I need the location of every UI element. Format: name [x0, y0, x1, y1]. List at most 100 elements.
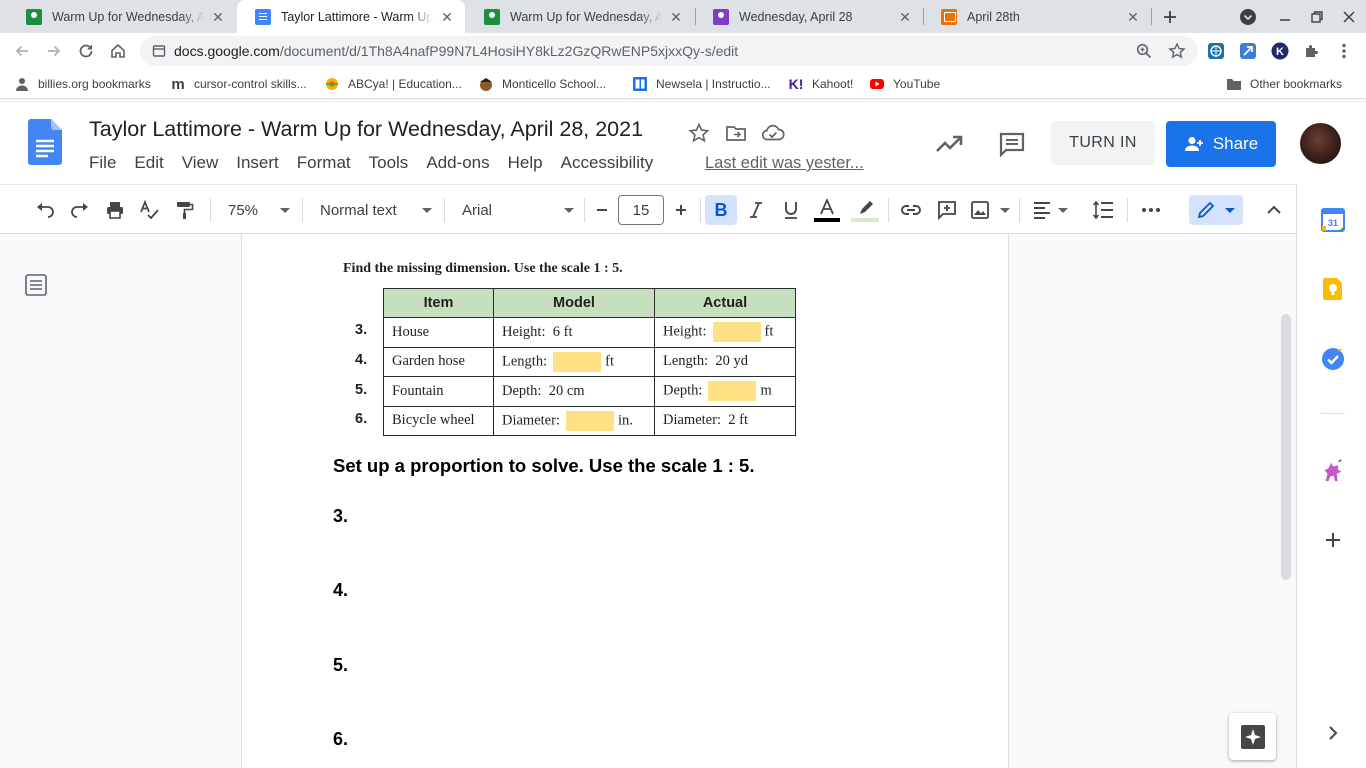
extension-globe-button[interactable]	[1205, 40, 1227, 62]
spelling-button[interactable]	[135, 195, 165, 225]
italic-button[interactable]	[741, 195, 771, 225]
close-icon[interactable]: ✕	[668, 9, 684, 25]
document-outline-icon[interactable]	[24, 273, 48, 297]
back-button[interactable]	[8, 37, 36, 65]
menu-help[interactable]: Help	[508, 153, 543, 173]
tab-april-28th[interactable]: April 28th ✕	[923, 0, 1151, 33]
unicorn-icon	[1324, 459, 1342, 482]
forward-button[interactable]	[40, 37, 68, 65]
toolbar-separator	[888, 198, 889, 222]
close-icon[interactable]: ✕	[210, 9, 226, 25]
close-icon[interactable]: ✕	[1125, 9, 1141, 25]
font-size-input[interactable]: 15	[618, 195, 664, 225]
keep-button[interactable]	[1321, 277, 1345, 301]
document-title[interactable]: Taylor Lattimore - Warm Up for Wednesday…	[89, 117, 643, 142]
scale-table: Item Model Actual House Height: 6 ft Hei…	[383, 288, 796, 436]
document-page[interactable]: Find the missing dimension. Use the scal…	[242, 234, 1008, 768]
editing-mode-button[interactable]	[1189, 195, 1243, 225]
home-button[interactable]	[104, 37, 132, 65]
close-window-button[interactable]	[1332, 0, 1366, 33]
avatar[interactable]	[1300, 123, 1341, 164]
align-button[interactable]	[1030, 195, 1070, 225]
extension-k-button[interactable]: K	[1269, 40, 1291, 62]
other-bookmarks[interactable]: Other bookmarks	[1226, 75, 1342, 93]
worksheet-image[interactable]: Find the missing dimension. Use the scal…	[343, 261, 803, 441]
school-icon	[478, 76, 494, 92]
reload-button[interactable]	[72, 37, 100, 65]
paint-format-button[interactable]	[170, 195, 200, 225]
activity-dashboard-button[interactable]	[934, 129, 964, 159]
text-color-button[interactable]	[812, 195, 842, 225]
menu-tools[interactable]: Tools	[369, 153, 409, 173]
vertical-scrollbar[interactable]	[1281, 314, 1291, 580]
bold-button[interactable]: B	[705, 195, 737, 225]
unicorn-addon-button[interactable]	[1321, 459, 1345, 483]
tab-taylor-doc[interactable]: Taylor Lattimore - Warm Up for Wednesday…	[237, 0, 465, 33]
doc-status-button[interactable]	[761, 121, 785, 145]
url-text: docs.google.com/document/d/1Th8A4nafP99N…	[174, 43, 738, 59]
print-button[interactable]	[100, 195, 130, 225]
zoom-select[interactable]: 75%	[222, 195, 294, 225]
menu-edit[interactable]: Edit	[134, 153, 163, 173]
insert-link-button[interactable]	[896, 195, 926, 225]
bookmark-cursor-control[interactable]: m cursor-control skills...	[170, 75, 306, 93]
paragraph-style-select[interactable]: Normal text	[314, 195, 436, 225]
tab-search-button[interactable]	[1231, 0, 1265, 33]
share-button[interactable]: Share	[1166, 121, 1276, 167]
toolbar-separator	[1127, 198, 1128, 222]
highlight-color-button[interactable]	[850, 195, 880, 225]
add-comment-button[interactable]	[932, 195, 962, 225]
tab-wednesday[interactable]: Wednesday, April 28 ✕	[695, 0, 923, 33]
row-number: 4.	[355, 352, 368, 368]
calendar-button[interactable]: 31	[1321, 208, 1345, 232]
more-tools-button[interactable]	[1136, 195, 1166, 225]
show-side-panel-button[interactable]	[1321, 721, 1345, 745]
print-icon	[107, 202, 123, 219]
item-cell: House	[383, 317, 494, 348]
extension-arrow-button[interactable]	[1237, 40, 1259, 62]
menu-view[interactable]: View	[182, 153, 219, 173]
restore-button[interactable]	[1300, 0, 1334, 33]
explore-button[interactable]	[1229, 713, 1276, 760]
column-header: Model	[493, 288, 655, 318]
bookmark-billies[interactable]: billies.org bookmarks	[14, 75, 151, 93]
menu-file[interactable]: File	[89, 153, 116, 173]
get-add-ons-button[interactable]	[1321, 528, 1345, 552]
bookmark-monticello[interactable]: Monticello School...	[478, 75, 606, 93]
tab-warm-up-2[interactable]: Warm Up for Wednesday, April 28 ✕	[466, 0, 694, 33]
close-icon[interactable]: ✕	[439, 9, 455, 25]
font-select[interactable]: Arial	[456, 195, 578, 225]
move-button[interactable]	[724, 121, 748, 145]
new-tab-button[interactable]	[1153, 0, 1187, 33]
comments-button[interactable]	[997, 129, 1027, 159]
row-number: 3.	[355, 322, 368, 338]
turn-in-button[interactable]: TURN IN	[1051, 121, 1155, 165]
address-bar[interactable]: docs.google.com/document/d/1Th8A4nafP99N…	[140, 36, 1198, 66]
menu-accessibility[interactable]: Accessibility	[561, 153, 654, 173]
increase-font-size-button[interactable]	[667, 195, 695, 225]
insert-image-button[interactable]	[968, 195, 1012, 225]
close-icon[interactable]: ✕	[897, 9, 913, 25]
bookmark-kahoot[interactable]: K! Kahoot!	[788, 75, 854, 93]
minimize-button[interactable]	[1268, 0, 1302, 33]
redo-button[interactable]	[65, 195, 95, 225]
extensions-button[interactable]	[1301, 40, 1323, 62]
undo-button[interactable]	[30, 195, 60, 225]
answer-blank	[712, 322, 761, 343]
bookmark-newsela[interactable]: Newsela | Instructio...	[632, 75, 771, 93]
menu-insert[interactable]: Insert	[236, 153, 279, 173]
tasks-button[interactable]	[1321, 347, 1345, 371]
browser-menu-button[interactable]	[1333, 40, 1355, 62]
bookmark-abcya[interactable]: ABCya! | Education...	[324, 75, 462, 93]
tab-warm-up-1[interactable]: Warm Up for Wednesday, April 28 ✕	[8, 0, 236, 33]
star-button[interactable]	[687, 121, 711, 145]
decrease-font-size-button[interactable]	[588, 195, 616, 225]
menu-format[interactable]: Format	[297, 153, 351, 173]
underline-button[interactable]	[776, 195, 806, 225]
last-edit-link[interactable]: Last edit was yester...	[705, 154, 864, 173]
menu-add-ons[interactable]: Add-ons	[426, 153, 489, 173]
line-spacing-button[interactable]	[1087, 195, 1119, 225]
hide-menus-button[interactable]	[1259, 195, 1289, 225]
bookmark-youtube[interactable]: YouTube	[869, 75, 940, 93]
docs-logo-icon[interactable]	[28, 119, 62, 165]
